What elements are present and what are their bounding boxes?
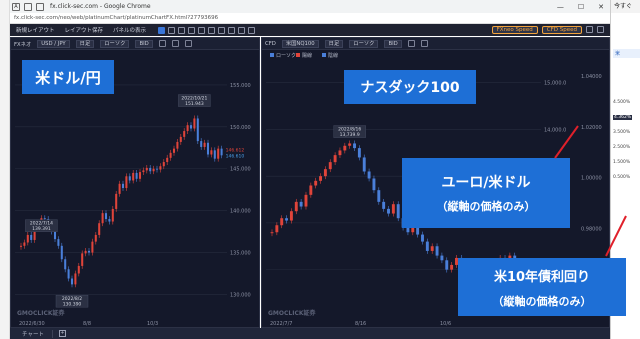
red-arrow-us10y (605, 215, 627, 257)
screen: A fx.click-sec.com - Google Chrome — ☐ ✕… (0, 0, 640, 339)
red-arrow-eurusd (554, 125, 579, 159)
annotation-arrows (554, 125, 627, 257)
